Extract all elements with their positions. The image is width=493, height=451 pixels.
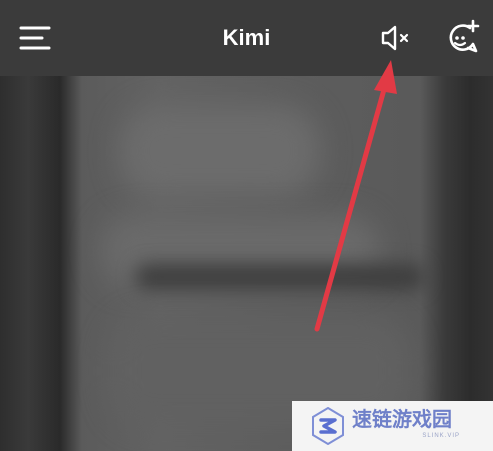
new-chat-icon bbox=[449, 19, 480, 53]
mute-button[interactable] bbox=[374, 18, 418, 58]
blurred-text-line bbox=[135, 264, 425, 290]
menu-button[interactable] bbox=[12, 18, 56, 58]
new-chat-button[interactable] bbox=[440, 16, 484, 60]
watermark-sub-text: SLINK.VIP bbox=[422, 433, 460, 439]
top-bar: Kimi bbox=[0, 0, 493, 76]
blurred-region bbox=[120, 106, 320, 196]
speaker-muted-icon bbox=[381, 25, 409, 51]
watermark-brand-text: 速链游戏园 bbox=[352, 407, 452, 431]
watermark: 速链游戏园 SLINK.VIP bbox=[292, 401, 493, 451]
blurred-content-area bbox=[0, 76, 493, 451]
page-title: Kimi bbox=[222, 25, 271, 50]
hamburger-menu-icon bbox=[19, 26, 51, 50]
app-screen: Kimi 速链游戏园 SLINK.VIP bbox=[0, 0, 493, 451]
brand-logo-icon bbox=[312, 407, 344, 445]
